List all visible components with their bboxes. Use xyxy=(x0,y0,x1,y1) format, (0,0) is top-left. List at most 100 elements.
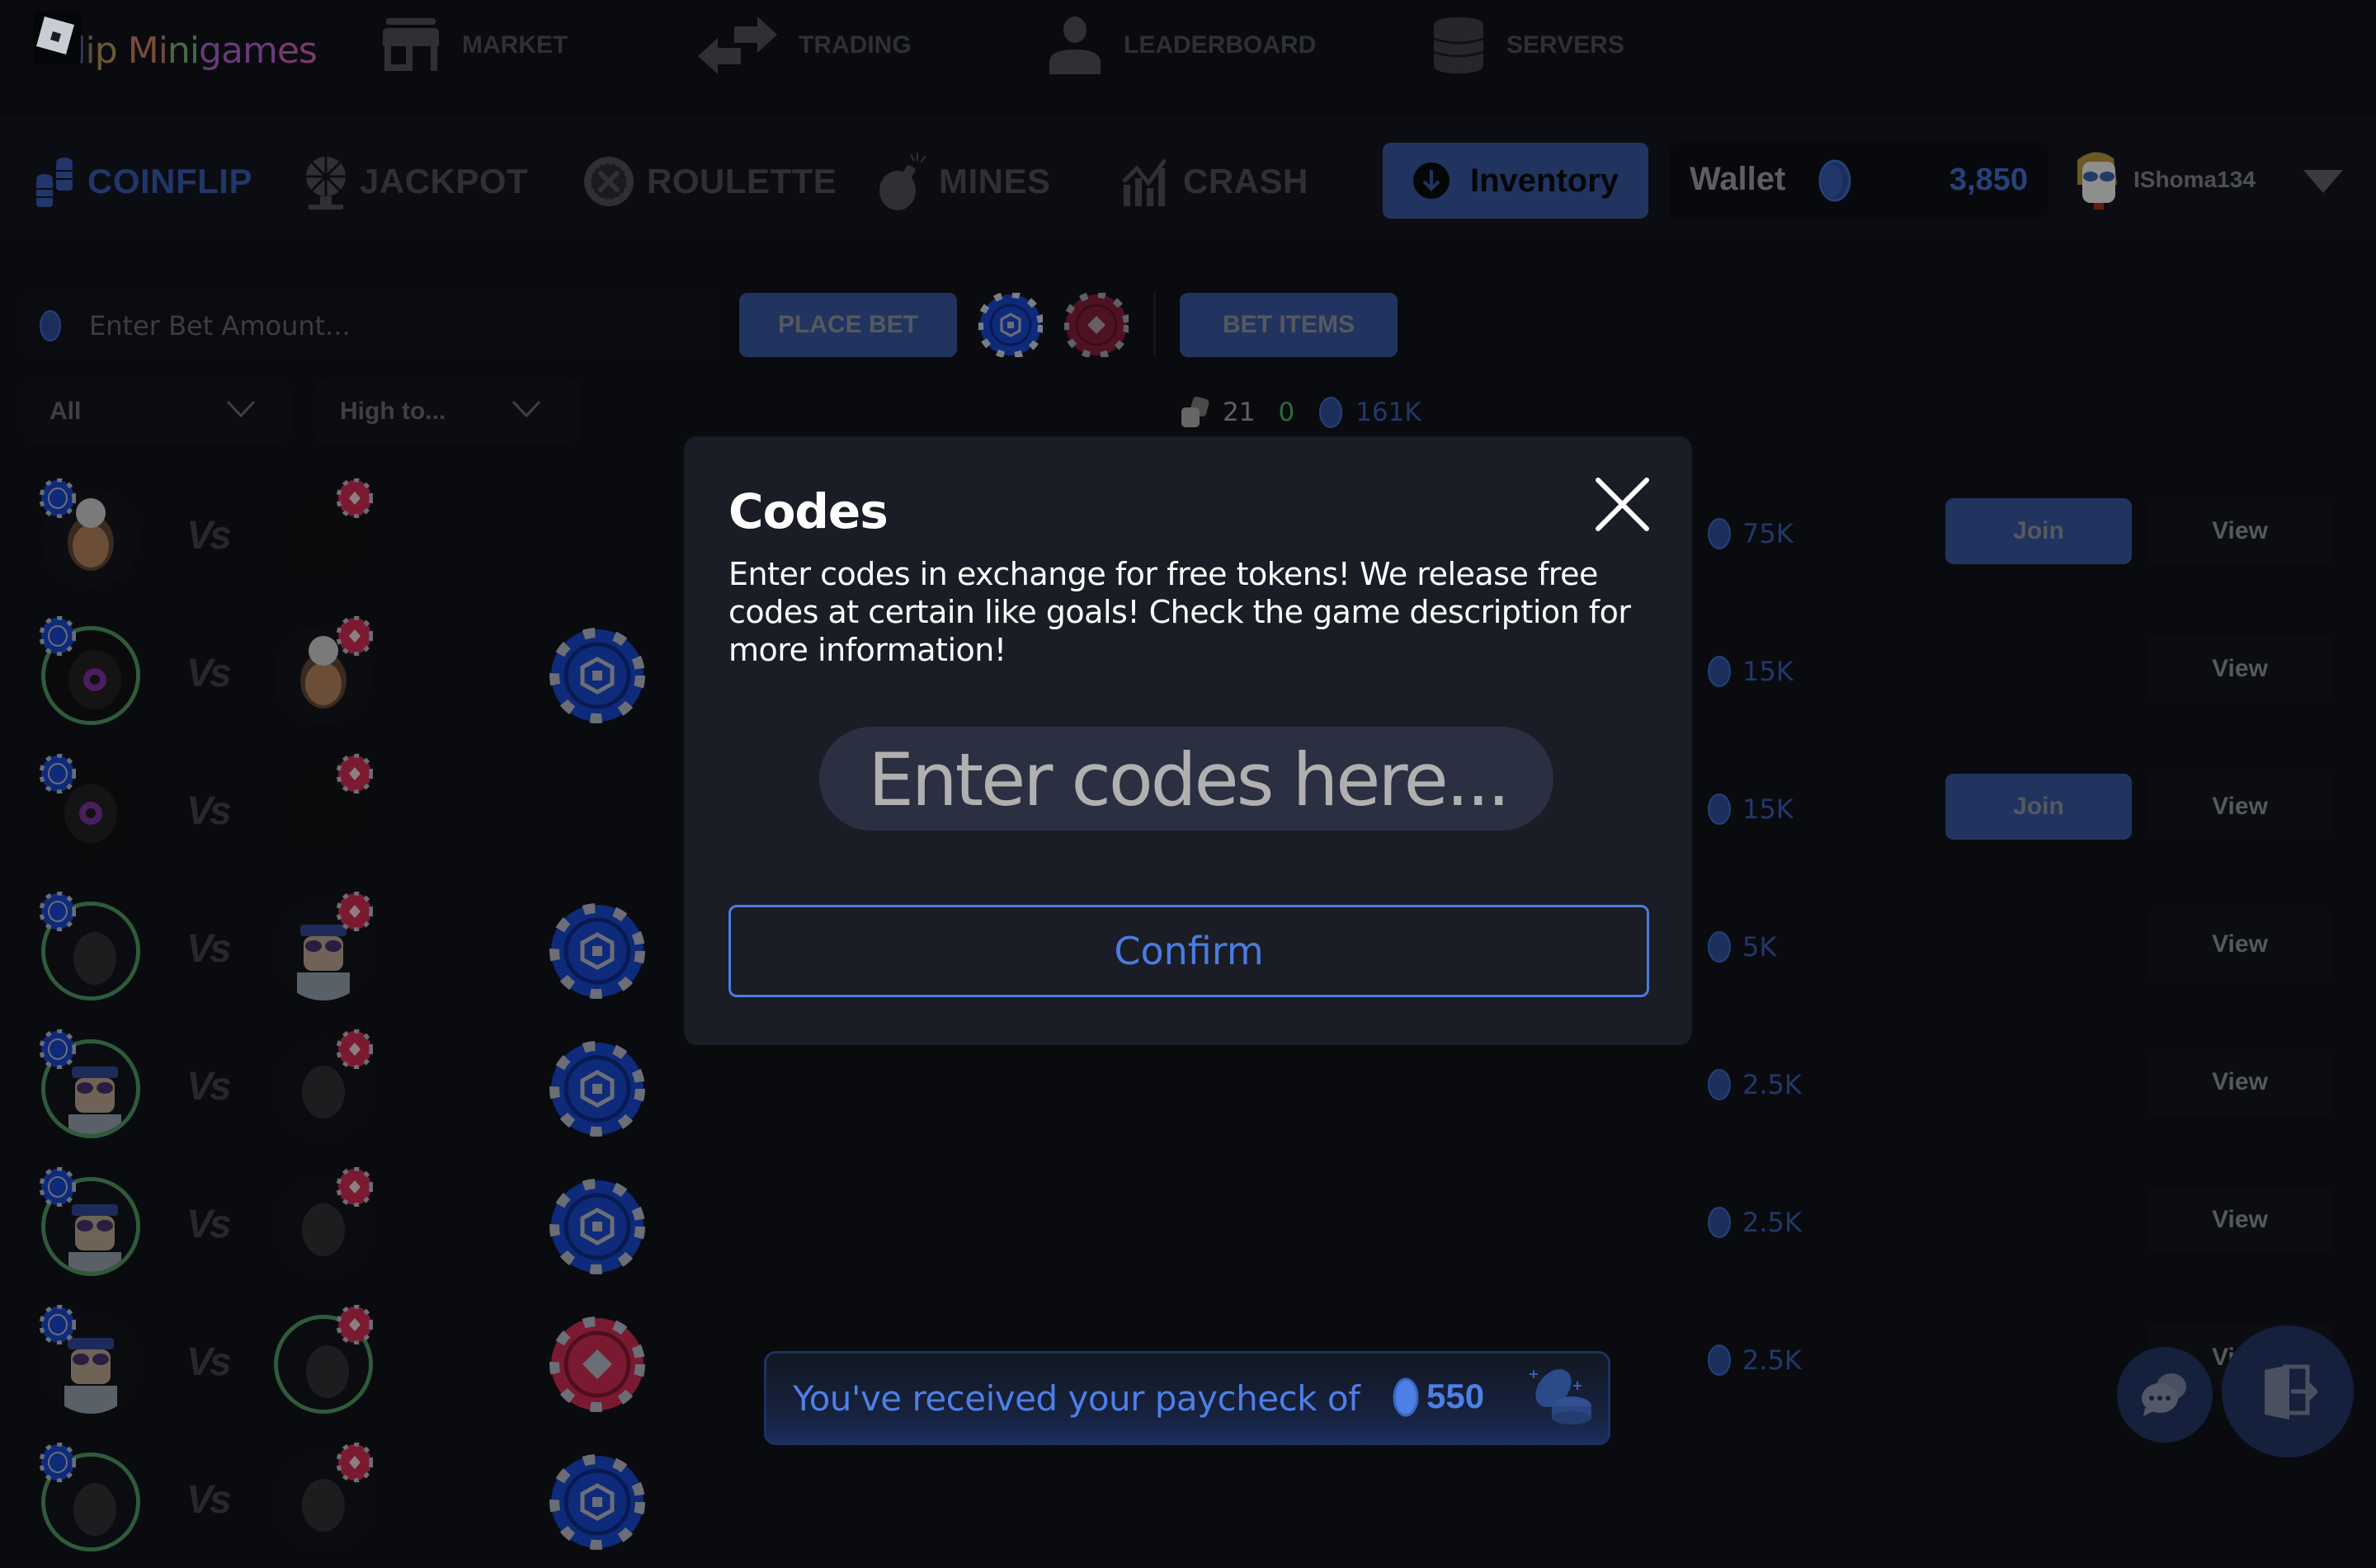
top-navigation: Flip Minigames MARKET TRADING LEADERBO xyxy=(0,0,2376,95)
vs-label: Vs xyxy=(186,927,232,971)
bet-amount-value: 15K xyxy=(1742,793,1794,825)
nav-trading[interactable]: TRADING xyxy=(698,16,912,74)
tab-mines-label: MINES xyxy=(939,162,1051,200)
coin-icon xyxy=(1708,518,1731,549)
logo-letter: n xyxy=(167,30,191,72)
red-side-chip-button[interactable] xyxy=(1064,293,1129,357)
red-chip-icon xyxy=(549,1316,645,1412)
bet-amount-value: 2.5K xyxy=(1742,1069,1802,1100)
blue-chip-icon xyxy=(40,1443,76,1482)
chevron-down-icon xyxy=(226,400,256,418)
divider xyxy=(1153,293,1156,357)
sort-dropdown[interactable]: High to... xyxy=(314,378,581,444)
coin-icon xyxy=(40,310,61,341)
coin-icon xyxy=(1319,397,1343,428)
exit-button[interactable] xyxy=(2222,1326,2354,1457)
code-field[interactable] xyxy=(819,727,1557,832)
coin-icon xyxy=(1818,159,1851,202)
total-value: 161K xyxy=(1355,398,1421,427)
bet-amount-input[interactable] xyxy=(87,293,701,359)
vs-label: Vs xyxy=(186,1478,232,1522)
bet-amount-field[interactable] xyxy=(23,293,716,359)
red-chip-icon xyxy=(337,754,373,793)
coin-icon xyxy=(1708,1207,1731,1238)
code-input[interactable] xyxy=(819,727,1557,832)
logo-text: Flip Minigames xyxy=(56,30,318,72)
bet-amount-value: 15K xyxy=(1742,656,1794,687)
join-button[interactable]: Join xyxy=(1945,774,2132,840)
download-arrow-icon xyxy=(1412,162,1450,199)
roulette-icon xyxy=(584,157,634,206)
store-icon xyxy=(383,18,439,71)
nav-trading-label: TRADING xyxy=(799,31,912,59)
red-chip-icon xyxy=(337,892,373,931)
view-button[interactable]: View xyxy=(2147,774,2333,840)
logo-letter: M xyxy=(127,30,159,72)
tab-crash-label: CRASH xyxy=(1183,162,1308,200)
paycheck-toast: You've received your paycheck of 550 xyxy=(764,1351,1610,1445)
view-button[interactable]: View xyxy=(2147,911,2333,977)
join-button[interactable]: Join xyxy=(1945,498,2132,564)
roblox-logo-icon xyxy=(33,12,81,64)
tab-jackpot[interactable]: JACKPOT xyxy=(304,148,528,214)
view-button[interactable]: View xyxy=(2147,636,2333,702)
coin-icon xyxy=(1708,1069,1731,1100)
tab-mines[interactable]: MINES xyxy=(878,148,1051,214)
user-menu[interactable]: IShoma134 xyxy=(2071,148,2343,214)
blue-chip-icon xyxy=(40,754,76,793)
blue-chip-icon xyxy=(40,616,76,656)
type-filter-value: All xyxy=(50,398,82,425)
coinflip-stats: 21 0 161K xyxy=(1180,392,1421,433)
blue-chip-icon xyxy=(40,1029,76,1069)
logo[interactable]: Flip Minigames xyxy=(25,12,338,78)
logo-letter: i xyxy=(85,30,96,72)
view-button[interactable]: View xyxy=(2147,1187,2333,1253)
blue-chip-icon xyxy=(40,1167,76,1207)
codes-modal: Codes Enter codes in exchange for free t… xyxy=(684,436,1692,1045)
chat-button[interactable] xyxy=(2117,1347,2213,1443)
blue-chip-icon xyxy=(40,478,76,518)
bet-amount: 2.5K xyxy=(1706,1344,1802,1377)
confirm-button[interactable]: Confirm xyxy=(728,905,1649,997)
tab-coinflip[interactable]: COINFLIP xyxy=(33,148,252,214)
bet-amount: 5K xyxy=(1706,930,1776,963)
close-icon[interactable] xyxy=(1591,473,1653,535)
blue-side-chip-button[interactable] xyxy=(978,293,1043,357)
red-chip-icon xyxy=(337,478,373,518)
type-filter-dropdown[interactable]: All xyxy=(23,378,290,444)
inventory-label: Inventory xyxy=(1469,162,1619,199)
bet-amount-value: 2.5K xyxy=(1742,1344,1802,1376)
bomb-icon xyxy=(879,153,926,210)
coin-icon xyxy=(1708,656,1731,687)
prize-wheel-icon xyxy=(306,157,346,210)
nav-servers[interactable]: SERVERS xyxy=(1432,16,1624,74)
bet-amount-value: 2.5K xyxy=(1742,1207,1802,1238)
wallet-balance: 3,850 xyxy=(1949,162,2028,197)
result-chip xyxy=(548,902,647,1005)
inventory-button[interactable]: Inventory xyxy=(1383,143,1648,219)
tab-roulette[interactable]: ROULETTE xyxy=(582,148,837,214)
blue-chip-icon xyxy=(549,1179,645,1274)
exit-door-icon xyxy=(2265,1364,2317,1420)
bet-items-button[interactable]: BET ITEMS xyxy=(1180,293,1398,357)
view-button[interactable]: View xyxy=(2147,1049,2333,1115)
place-bet-button[interactable]: PLACE BET xyxy=(739,293,957,357)
view-button[interactable]: View xyxy=(2147,498,2333,564)
tab-coinflip-label: COINFLIP xyxy=(87,162,252,200)
result-chip xyxy=(548,1039,647,1142)
bet-amount: 2.5K xyxy=(1706,1068,1802,1101)
blue-chip-icon xyxy=(549,903,645,999)
database-icon xyxy=(1433,17,1484,73)
result-chip xyxy=(548,1453,647,1556)
nav-leaderboard[interactable]: LEADERBOARD xyxy=(1048,16,1316,74)
blue-chip-icon xyxy=(40,1305,76,1344)
chevron-down-icon[interactable] xyxy=(2303,170,2343,193)
bet-amount: 2.5K xyxy=(1706,1206,1802,1239)
tab-crash[interactable]: CRASH xyxy=(1122,148,1308,214)
blue-chip-icon xyxy=(549,1041,645,1137)
username: IShoma134 xyxy=(2133,167,2256,192)
logo-letter: p xyxy=(94,30,118,72)
logo-letter xyxy=(117,30,128,72)
nav-market[interactable]: MARKET xyxy=(381,16,568,74)
coin-stack-icon xyxy=(36,158,73,207)
